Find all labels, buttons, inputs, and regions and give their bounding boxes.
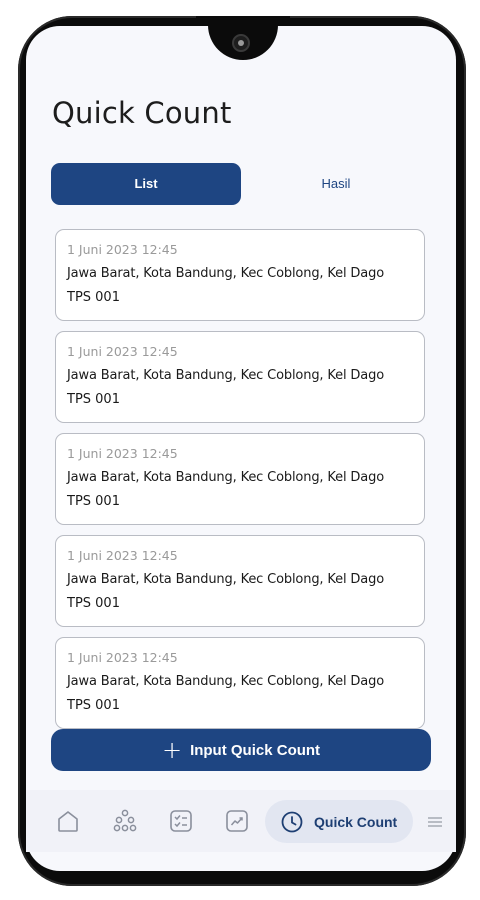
- list-item[interactable]: 1 Juni 2023 12:45 Jawa Barat, Kota Bandu…: [55, 229, 425, 321]
- entry-tps: TPS 001: [67, 494, 120, 509]
- trend-chart-icon[interactable]: [224, 808, 250, 834]
- entry-location: Jawa Barat, Kota Bandung, Kec Coblong, K…: [67, 470, 384, 485]
- input-quick-count-button[interactable]: + Input Quick Count: [51, 729, 431, 771]
- nav-item-quick-count[interactable]: Quick Count: [265, 800, 413, 843]
- checklist-icon[interactable]: [168, 808, 194, 834]
- list-item[interactable]: 1 Juni 2023 12:45 Jawa Barat, Kota Bandu…: [55, 433, 425, 525]
- menu-icon[interactable]: [428, 817, 442, 827]
- tab-bar: List Hasil: [51, 163, 431, 205]
- entry-location: Jawa Barat, Kota Bandung, Kec Coblong, K…: [67, 674, 384, 689]
- entry-tps: TPS 001: [67, 698, 120, 713]
- quick-count-list[interactable]: 1 Juni 2023 12:45 Jawa Barat, Kota Bandu…: [55, 229, 427, 731]
- entry-date: 1 Juni 2023 12:45: [67, 548, 178, 563]
- entry-tps: TPS 001: [67, 290, 120, 305]
- nav-item-label: Quick Count: [314, 813, 398, 830]
- entry-location: Jawa Barat, Kota Bandung, Kec Coblong, K…: [67, 368, 384, 383]
- list-item[interactable]: 1 Juni 2023 12:45 Jawa Barat, Kota Bandu…: [55, 637, 425, 729]
- entry-date: 1 Juni 2023 12:45: [67, 446, 178, 461]
- input-quick-count-label: Input Quick Count: [190, 741, 321, 759]
- list-item[interactable]: 1 Juni 2023 12:45 Jawa Barat, Kota Bandu…: [55, 535, 425, 627]
- entry-date: 1 Juni 2023 12:45: [67, 650, 178, 665]
- page-title: Quick Count: [52, 96, 232, 130]
- list-item[interactable]: 1 Juni 2023 12:45 Jawa Barat, Kota Bandu…: [55, 331, 425, 423]
- entry-date: 1 Juni 2023 12:45: [67, 344, 178, 359]
- clock-icon: [281, 811, 303, 832]
- tab-hasil[interactable]: Hasil: [241, 163, 431, 205]
- home-icon[interactable]: [55, 808, 81, 834]
- network-icon[interactable]: [112, 808, 138, 834]
- entry-location: Jawa Barat, Kota Bandung, Kec Coblong, K…: [67, 572, 384, 587]
- entry-tps: TPS 001: [67, 596, 120, 611]
- tab-list[interactable]: List: [51, 163, 241, 205]
- entry-tps: TPS 001: [67, 392, 120, 407]
- front-camera-icon: [232, 34, 250, 52]
- entry-location: Jawa Barat, Kota Bandung, Kec Coblong, K…: [67, 266, 384, 281]
- plus-icon: +: [161, 736, 183, 764]
- entry-date: 1 Juni 2023 12:45: [67, 242, 178, 257]
